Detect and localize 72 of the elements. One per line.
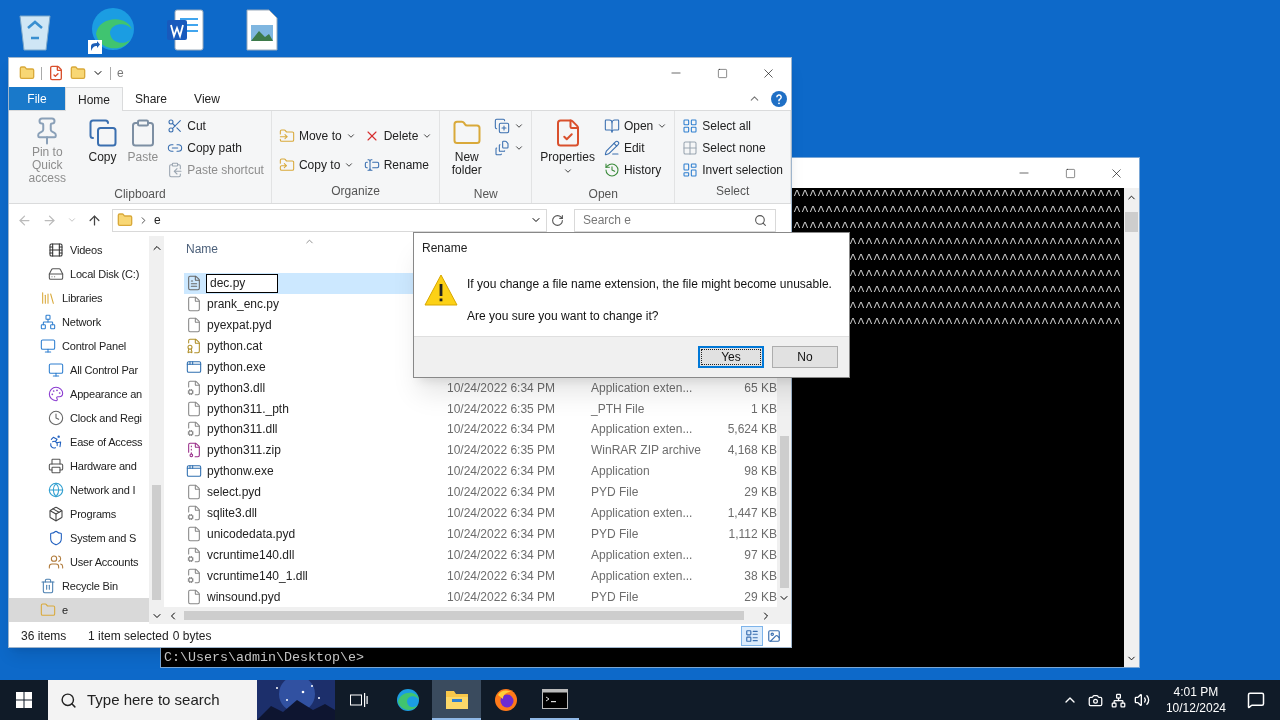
file-name: select.pyd [206, 484, 262, 502]
time-label: 4:01 PM [1173, 684, 1219, 700]
file-size: 1 KB [750, 400, 777, 418]
console-line: ^^^^^^^^^^^^^^^^^^^^^^^^^^^^^^^^^^ [849, 300, 1121, 316]
group-label: Select [714, 183, 751, 200]
modified-date: 10/24/2022 6:35 PM [447, 442, 557, 460]
file-type: Application exten... [591, 567, 694, 585]
console-prompt: C:\Users\admin\Desktop\e> [163, 650, 365, 667]
modified-date: 10/24/2022 6:34 PM [447, 505, 557, 523]
group-label: Clipboard [113, 186, 167, 203]
file-name: prank_enc.py [206, 296, 280, 314]
file-name: vcruntime140_1.dll [206, 567, 308, 585]
file-name: python.cat [206, 337, 263, 355]
file-name: pyexpat.pyd [206, 317, 272, 335]
window-title: e [117, 65, 124, 82]
console-line: ^^^^^^^^^^^^^^^^^^^^^^^^^^^^^^^^^^ [849, 268, 1121, 284]
file-type: Application exten... [591, 546, 694, 564]
file-name: python311._pth [206, 400, 289, 418]
modified-date: 10/24/2022 6:34 PM [447, 546, 557, 564]
modified-date: 10/24/2022 6:34 PM [447, 484, 557, 502]
console-line: ^^^^^^^^^^^^^^^^^^^^^^^^^^^^^^^^^^ [849, 316, 1121, 332]
file-name: winsound.pyd [206, 588, 281, 606]
file-type: Application exten... [591, 505, 694, 523]
modified-date: 10/24/2022 6:34 PM [447, 588, 557, 606]
file-size: 5,624 KB [726, 421, 777, 439]
console-line: ^^^^^^^^^^^^^^^^^^^^^^^^^^^^^^^^^^^^^^^^^ [793, 204, 1121, 220]
file-name: sqlite3.dll [206, 505, 258, 523]
file-name: unicodedata.pyd [206, 525, 296, 543]
selection-count: 1 item selected [88, 627, 169, 645]
file-size: 38 KB [743, 567, 777, 585]
file-size: 98 KB [743, 463, 777, 481]
modified-date: 10/24/2022 6:34 PM [447, 421, 557, 439]
file-name: python311.dll [206, 421, 278, 439]
file-size: 65 KB [743, 379, 777, 397]
dialog-message: If you change a file name extension, the file might become unusable. [467, 276, 832, 293]
file-name: pythonw.exe [206, 463, 274, 481]
file-type: Application exten... [591, 379, 694, 397]
file-name: python311.zip [206, 442, 281, 460]
modified-date: 10/24/2022 6:34 PM [447, 463, 557, 481]
dialog-title: Rename [421, 240, 469, 257]
file-type: Application [591, 463, 651, 481]
file-type: _PTH File [591, 400, 646, 418]
modified-date: 10/24/2022 6:34 PM [447, 525, 557, 543]
console-line: ^^^^^^^^^^^^^^^^^^^^^^^^^^^^^^^^^^^^^^^^^ [793, 220, 1121, 236]
group-label: Organize [330, 183, 381, 200]
file-size: 1,447 KB [726, 505, 777, 523]
group-label: New [472, 186, 499, 203]
console-line: ^^^^^^^^^^^^^^^^^^^^^^^^^^^^^^^^^^^^^^^^^ [793, 188, 1121, 204]
file-size: 1,112 KB [727, 525, 777, 543]
modified-date: 10/24/2022 6:34 PM [447, 379, 557, 397]
console-line: ^^^^^^^^^^^^^^^^^^^^^^^^^^^^^^^^^^ [849, 284, 1121, 300]
file-name: python.exe [206, 358, 266, 376]
file-size: 4,168 KB [726, 442, 777, 460]
date-label: 10/12/2024 [1165, 700, 1226, 716]
selection-size: 0 bytes [172, 627, 212, 645]
dialog-question: Are you sure you want to change it? [467, 308, 660, 325]
file-size: 29 KB [743, 588, 777, 606]
file-size: 97 KB [743, 546, 777, 564]
group-label: Open [587, 186, 619, 203]
console-line: ^^^^^^^^^^^^^^^^^^^^^^^^^^^^^^^^^^ [849, 236, 1121, 252]
file-type: Application exten... [591, 421, 694, 439]
file-type: PYD File [591, 484, 640, 502]
console-line: ^^^^^^^^^^^^^^^^^^^^^^^^^^^^^^^^^^ [849, 252, 1121, 268]
file-name: vcruntime140.dll [206, 546, 295, 564]
modified-date: 10/24/2022 6:35 PM [447, 400, 557, 418]
file-type: PYD File [591, 525, 640, 543]
file-type: WinRAR ZIP archive [591, 442, 701, 460]
file-name: python3.dll [206, 379, 266, 397]
file-size: 29 KB [743, 484, 777, 502]
modified-date: 10/24/2022 6:34 PM [447, 567, 557, 585]
file-type: PYD File [591, 588, 640, 606]
item-count: 36 items [21, 627, 68, 645]
